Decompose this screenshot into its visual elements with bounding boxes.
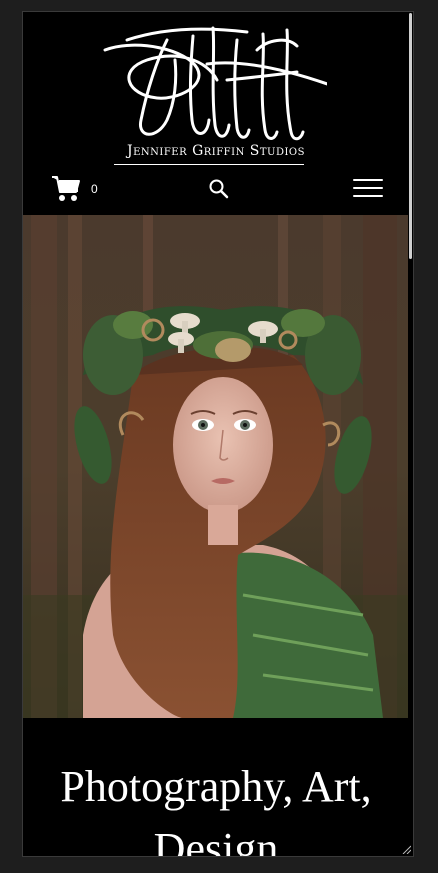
brand-name[interactable]: Jennifer Griffin Studios	[23, 143, 409, 159]
cart-button[interactable]: 0	[51, 174, 111, 204]
menu-bar-middle	[353, 187, 383, 189]
brand-underline	[114, 164, 304, 165]
hamburger-menu-button[interactable]	[353, 178, 385, 200]
content-section: Photography, Art, Design	[23, 718, 409, 857]
shopping-cart-icon	[52, 176, 80, 201]
scrollbar[interactable]	[408, 12, 413, 856]
forest-portrait-illustration	[23, 215, 409, 718]
menu-bar-bottom	[353, 195, 383, 197]
page-headline: Photography, Art, Design	[60, 762, 372, 857]
hero-image	[23, 215, 409, 718]
browser-viewport: Jennifer Griffin Studios 0 Photography, …	[22, 11, 414, 857]
resize-grip-icon[interactable]	[401, 844, 411, 854]
scrollbar-thumb[interactable]	[409, 13, 412, 259]
cart-count: 0	[91, 182, 98, 196]
menu-bar-top	[353, 179, 383, 181]
search-icon	[209, 179, 229, 199]
site-header: Jennifer Griffin Studios 0	[23, 12, 409, 215]
search-button[interactable]	[207, 177, 231, 201]
